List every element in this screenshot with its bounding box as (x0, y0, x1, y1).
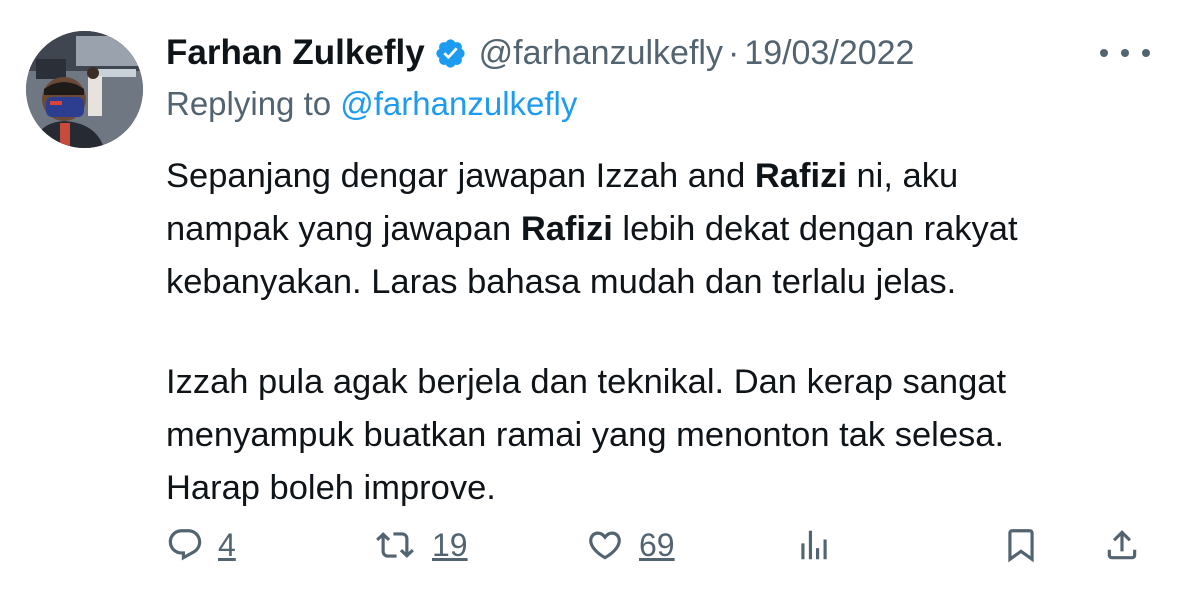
retweet-button[interactable]: 19 (372, 515, 468, 575)
reply-button[interactable]: 4 (166, 515, 236, 575)
retweet-icon (376, 532, 414, 558)
avatar-photo (26, 31, 143, 148)
like-count[interactable]: 69 (639, 527, 675, 564)
tweet-text: Sepanjang dengar jawapan Izzah and Rafiz… (166, 150, 1166, 515)
text-segment: nampak yang jawapan (166, 210, 521, 248)
author-display-name[interactable]: Farhan Zulkefly (166, 33, 425, 73)
tweet-text-line: Izzah pula agak berjela dan teknikal. Da… (166, 363, 1007, 401)
retweet-count[interactable]: 19 (432, 527, 468, 564)
views-icon (801, 530, 827, 560)
tweet-date[interactable]: 19/03/2022 (744, 34, 914, 73)
text-segment-bold: Rafizi (754, 157, 847, 195)
replying-to: Replying to @farhanzulkefly (166, 85, 577, 123)
reply-icon (168, 529, 202, 561)
like-button[interactable]: 69 (585, 515, 675, 575)
header-separator: · (727, 33, 740, 72)
tweet-text-line: Sepanjang dengar jawapan Izzah and Rafiz… (166, 150, 1166, 203)
reply-count[interactable]: 4 (218, 527, 236, 564)
text-segment: Sepanjang dengar jawapan Izzah and (166, 157, 755, 195)
replying-to-label: Replying to (166, 85, 341, 122)
bookmark-button[interactable] (1002, 515, 1040, 575)
more-dot (1121, 49, 1129, 57)
more-dot (1100, 49, 1108, 57)
tweet-text-line: menyampuk buatkan ramai yang menonton ta… (166, 416, 1005, 454)
replying-to-mention[interactable]: @farhanzulkefly (340, 85, 577, 122)
tweet-header: Farhan Zulkefly @farhanzulkefly · 19/03/… (166, 30, 914, 76)
text-segment: ni, aku (846, 157, 959, 195)
share-icon (1107, 530, 1137, 560)
more-dot (1142, 49, 1150, 57)
text-segment-bold: Rafizi (520, 210, 613, 248)
tweet-text-line: nampak yang jawapan Rafizi lebih dekat d… (166, 203, 1166, 256)
bookmark-icon (1008, 529, 1034, 563)
author-handle[interactable]: @farhanzulkefly (479, 34, 723, 73)
text-segment: lebih dekat dengan rakyat (612, 210, 1018, 248)
more-options-icon[interactable] (1100, 38, 1150, 68)
verified-badge-icon (436, 38, 465, 68)
views-button[interactable] (795, 515, 833, 575)
avatar[interactable] (26, 31, 143, 148)
tweet: Farhan Zulkefly @farhanzulkefly · 19/03/… (0, 0, 1179, 591)
heart-icon (589, 531, 621, 560)
tweet-actions: 4 19 69 (0, 515, 1179, 575)
share-button[interactable] (1103, 515, 1141, 575)
tweet-text-line: Harap boleh improve. (166, 469, 496, 507)
tweet-text-line: kebanyakan. Laras bahasa mudah dan terla… (166, 263, 957, 301)
